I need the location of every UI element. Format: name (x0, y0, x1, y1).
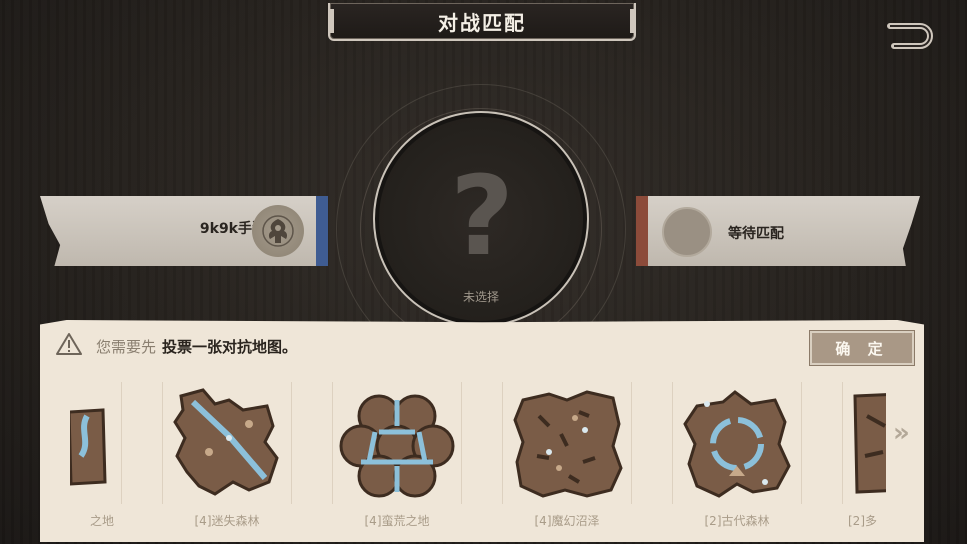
player-banner-left: 9k9k手游网 (40, 196, 328, 266)
player-avatar-right (662, 207, 712, 257)
vote-notice-lead: 您需要先 (96, 338, 157, 356)
back-icon (887, 23, 933, 49)
map-label: 之地 (89, 514, 114, 528)
vote-notice-text: 投票一张对抗地图。 (162, 338, 298, 356)
back-button[interactable] (884, 18, 934, 52)
page-title: 对战匹配 (438, 10, 526, 35)
page-title-bar: 对战匹配 (328, 3, 636, 41)
map-selection-status: 未选择 (462, 290, 499, 304)
map-label: [4]蛮荒之地 (364, 514, 430, 528)
map-thumbnail (173, 388, 279, 496)
map-card[interactable]: [4]蛮荒之地 (332, 378, 462, 538)
team-color-stripe-right (636, 196, 648, 266)
player-banner-right: 等待匹配 (636, 196, 920, 266)
confirm-button[interactable]: 确 定 (810, 331, 914, 365)
vote-notice: 您需要先 投票一张对抗地图。 (96, 336, 297, 357)
map-card[interactable]: [2]多 (842, 378, 886, 538)
chevron-right-icon[interactable]: » (893, 420, 917, 446)
map-card[interactable]: [2]古代森林 (672, 378, 802, 538)
question-mark-icon: ? (450, 152, 514, 280)
map-thumbnail (339, 394, 455, 498)
team-color-stripe-left (316, 196, 328, 266)
map-vote-panel: 您需要先 投票一张对抗地图。 确 定 之地 [4]迷失森林 [4]蛮荒之地 [4… (40, 320, 924, 542)
player-avatar-left (252, 205, 304, 257)
map-card[interactable]: [4]迷失森林 (162, 378, 292, 538)
warning-icon (56, 333, 82, 355)
map-label: [4]迷失森林 (194, 514, 260, 528)
map-thumbnail (513, 390, 623, 498)
map-label: [2]多 (848, 514, 877, 528)
clan-emblem-icon (262, 215, 294, 247)
map-card[interactable]: 之地 (70, 378, 122, 538)
map-thumbnail (683, 390, 791, 498)
map-card[interactable]: [4]魔幻沼泽 (502, 378, 632, 538)
player-name-right: 等待匹配 (728, 226, 784, 242)
map-thumbnail (70, 408, 107, 486)
map-thumbnail (853, 392, 886, 494)
map-label: [4]魔幻沼泽 (534, 514, 600, 528)
map-label: [2]古代森林 (704, 514, 770, 528)
map-carousel[interactable]: 之地 [4]迷失森林 [4]蛮荒之地 [4]魔幻沼泽 [2]古代森林 [2]多 (70, 378, 886, 538)
